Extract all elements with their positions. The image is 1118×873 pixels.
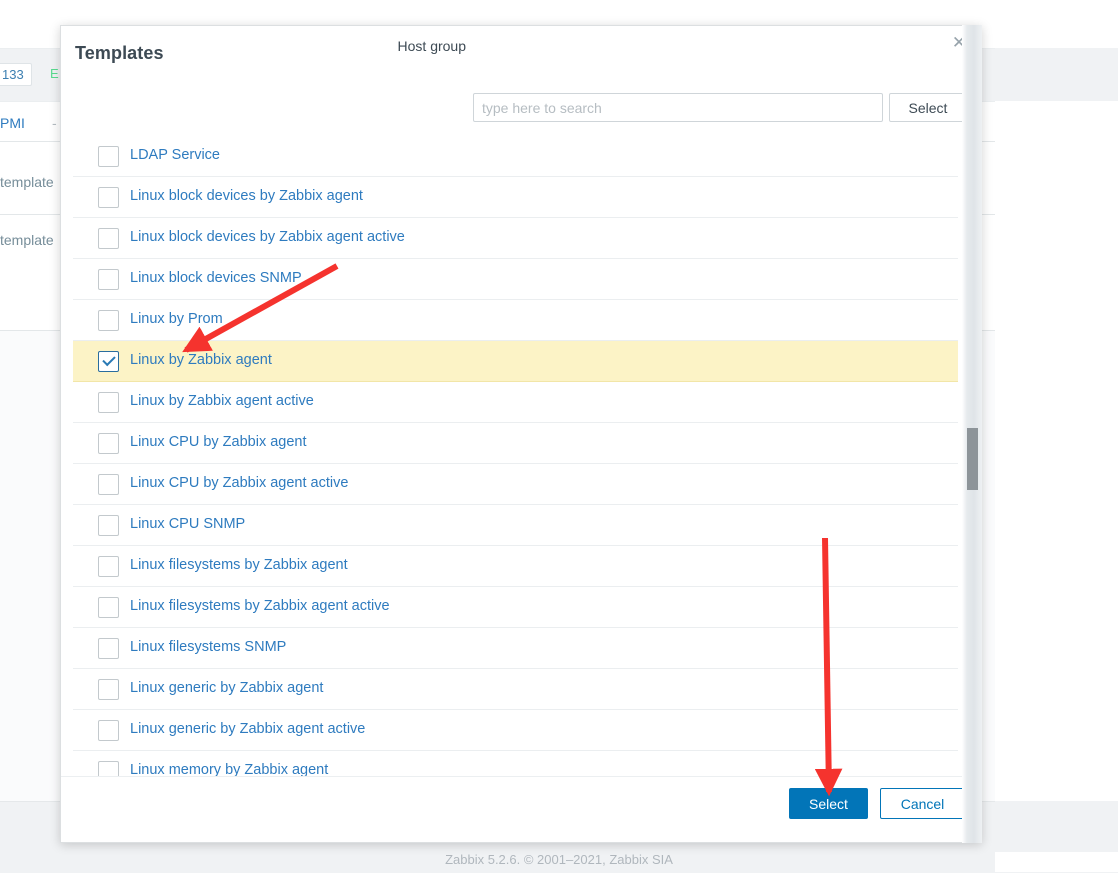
checkbox-icon[interactable] xyxy=(98,720,119,741)
host-group-multiselect[interactable] xyxy=(473,93,883,122)
template-row[interactable]: Linux CPU by Zabbix agent active xyxy=(73,464,958,505)
background-status-text: E xyxy=(50,66,59,81)
checkbox-icon[interactable] xyxy=(98,474,119,495)
background-count-badge: 133 xyxy=(0,63,32,86)
select-button[interactable]: Select xyxy=(789,788,868,819)
template-row[interactable]: Linux by Prom xyxy=(73,300,958,341)
modal-footer: Select Cancel xyxy=(61,776,981,842)
template-name-link[interactable]: Linux block devices by Zabbix agent xyxy=(130,188,363,204)
modal-title: Templates xyxy=(75,43,164,63)
background-ipmi-link[interactable]: PMI xyxy=(0,115,25,131)
template-row[interactable]: Linux filesystems SNMP xyxy=(73,628,958,669)
template-name-link[interactable]: Linux by Prom xyxy=(130,311,223,327)
template-name-link[interactable]: Linux CPU by Zabbix agent active xyxy=(130,475,348,491)
checkbox-icon[interactable] xyxy=(98,187,119,208)
host-group-label: Host group xyxy=(397,38,466,54)
checkbox-icon[interactable] xyxy=(98,228,119,249)
template-name-link[interactable]: Linux CPU by Zabbix agent xyxy=(130,434,307,450)
checkbox-icon[interactable] xyxy=(98,556,119,577)
host-group-search-input[interactable] xyxy=(474,94,882,121)
background-right-pane xyxy=(995,0,1118,872)
template-row[interactable]: Linux block devices by Zabbix agent xyxy=(73,177,958,218)
template-row[interactable]: Linux CPU by Zabbix agent xyxy=(73,423,958,464)
template-name-link[interactable]: Linux filesystems by Zabbix agent active xyxy=(130,598,390,614)
template-name-link[interactable]: Linux block devices SNMP xyxy=(130,270,302,286)
template-list: LDAP Service Linux block devices by Zabbi… xyxy=(73,136,958,792)
template-list-viewport: LDAP Service Linux block devices by Zabbi… xyxy=(62,136,982,806)
template-name-link[interactable]: Linux CPU SNMP xyxy=(130,516,245,532)
cancel-button[interactable]: Cancel xyxy=(880,788,965,819)
checkbox-icon[interactable] xyxy=(98,392,119,413)
checkbox-icon[interactable] xyxy=(98,638,119,659)
checkbox-icon[interactable] xyxy=(98,515,119,536)
host-group-select-button[interactable]: Select xyxy=(889,93,967,122)
template-name-link[interactable]: Linux filesystems by Zabbix agent xyxy=(130,557,348,573)
template-row[interactable]: Linux filesystems by Zabbix agent active xyxy=(73,587,958,628)
background-template-text-1: template xyxy=(0,174,54,190)
background-right-strip-2 xyxy=(995,801,1118,852)
modal-scrollbar-thumb[interactable] xyxy=(967,428,978,490)
page-footer-copyright: Zabbix 5.2.6. © 2001–2021, Zabbix SIA xyxy=(445,852,673,867)
checkbox-icon[interactable] xyxy=(98,679,119,700)
checkbox-icon[interactable] xyxy=(98,269,119,290)
background-right-strip-1 xyxy=(995,48,1118,101)
templates-modal: Templates ✕ Host group Select LDAP Servi… xyxy=(60,25,982,843)
template-row[interactable]: Linux block devices by Zabbix agent acti… xyxy=(73,218,958,259)
template-name-link[interactable]: LDAP Service xyxy=(130,147,220,163)
screen-root: 133 E PMI - template template Zabbix 5.2… xyxy=(0,0,1118,873)
checkbox-checked-icon[interactable] xyxy=(98,351,119,372)
template-row[interactable]: Linux CPU SNMP xyxy=(73,505,958,546)
checkbox-icon[interactable] xyxy=(98,146,119,167)
background-dash: - xyxy=(52,115,57,131)
template-row[interactable]: Linux generic by Zabbix agent xyxy=(73,669,958,710)
template-name-link[interactable]: Linux filesystems SNMP xyxy=(130,639,286,655)
modal-header: Templates ✕ xyxy=(61,26,981,81)
checkbox-icon[interactable] xyxy=(98,310,119,331)
template-name-link[interactable]: Linux by Zabbix agent xyxy=(130,352,272,368)
checkbox-icon[interactable] xyxy=(98,597,119,618)
template-name-link[interactable]: Linux block devices by Zabbix agent acti… xyxy=(130,229,405,245)
template-row[interactable]: Linux filesystems by Zabbix agent xyxy=(73,546,958,587)
template-row[interactable]: Linux generic by Zabbix agent active xyxy=(73,710,958,751)
template-row[interactable]: LDAP Service xyxy=(73,136,958,177)
template-row[interactable]: Linux by Zabbix agent active xyxy=(73,382,958,423)
template-row[interactable]: Linux block devices SNMP xyxy=(73,259,958,300)
checkbox-icon[interactable] xyxy=(98,433,119,454)
template-row[interactable]: Linux by Zabbix agent xyxy=(73,341,958,382)
template-name-link[interactable]: Linux by Zabbix agent active xyxy=(130,393,314,409)
template-name-link[interactable]: Linux generic by Zabbix agent active xyxy=(130,721,365,737)
template-name-link[interactable]: Linux generic by Zabbix agent xyxy=(130,680,323,696)
background-template-text-2: template xyxy=(0,232,54,248)
